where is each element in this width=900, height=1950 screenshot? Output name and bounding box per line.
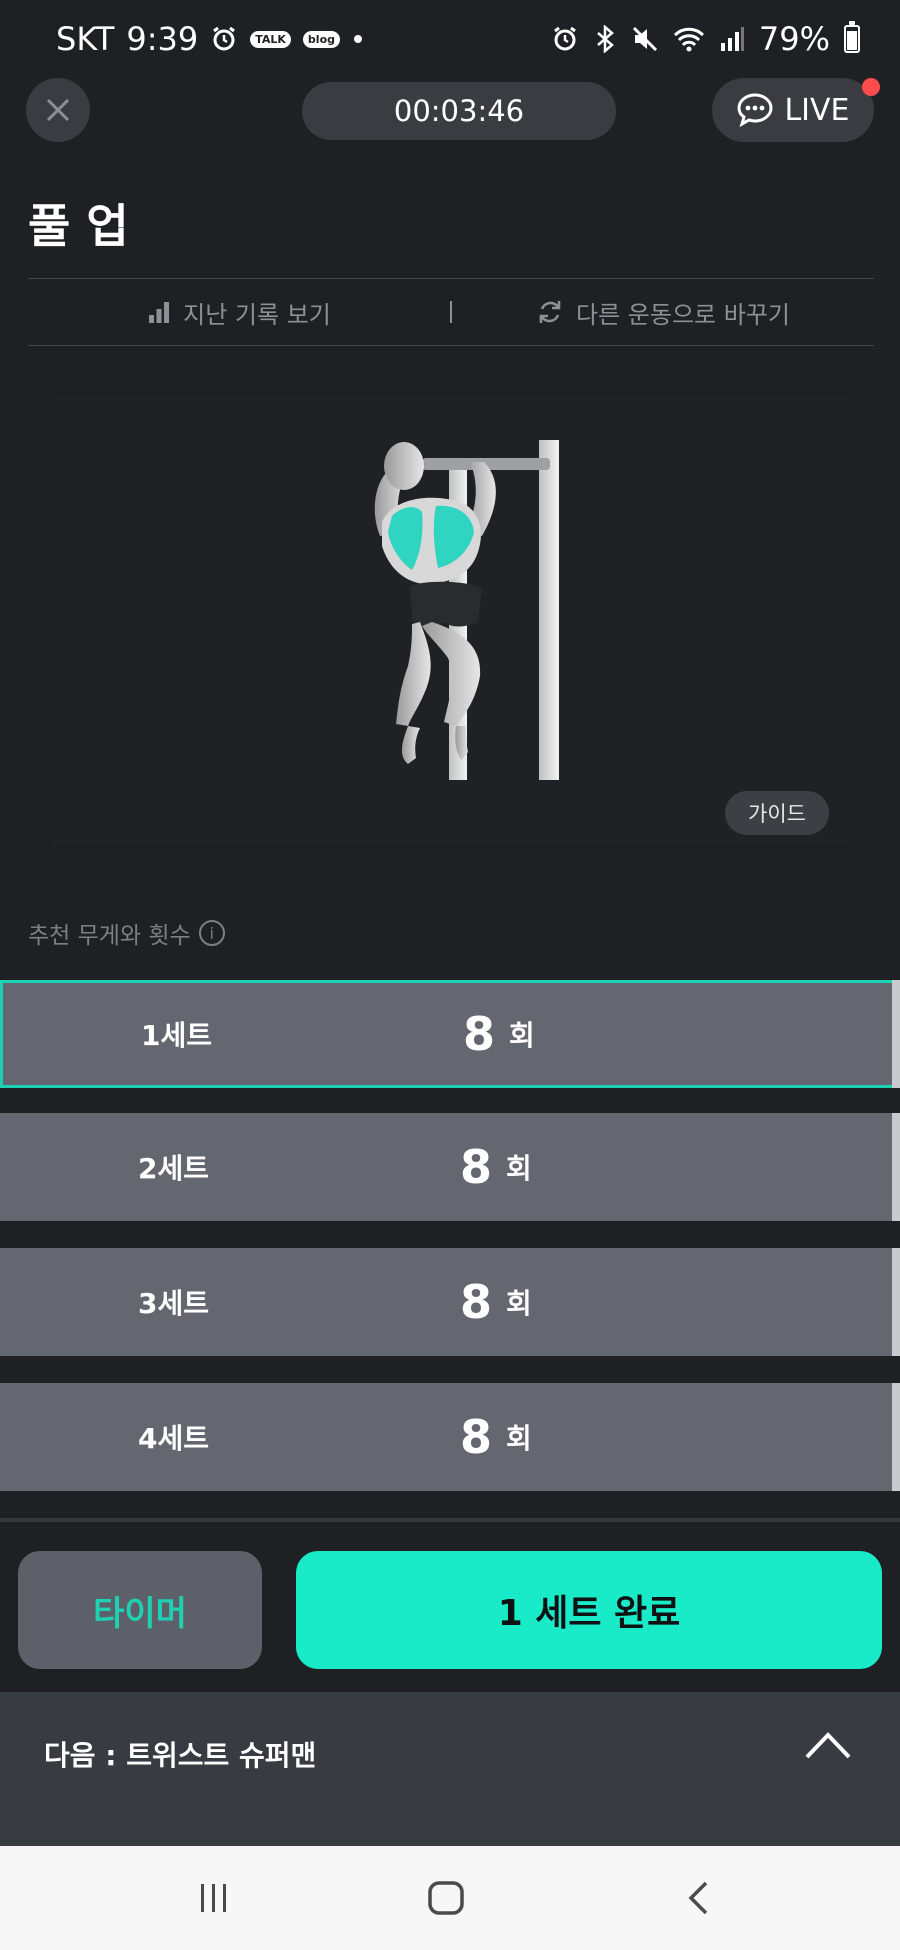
system-nav-bar — [0, 1846, 900, 1950]
reps-unit: 회 — [506, 1287, 532, 1320]
next-exercise-label: 다음 : 트위스트 슈퍼맨 — [44, 1739, 317, 1772]
clock: 9:39 — [126, 20, 199, 58]
set-reps[interactable]: 8 회 — [460, 1248, 532, 1356]
status-bar: SKT 9:39 TALK blog 79% — [0, 0, 900, 78]
alarm-icon — [551, 25, 579, 53]
notification-dot-icon — [352, 33, 364, 45]
reps-unit: 회 — [506, 1422, 532, 1455]
history-label: 지난 기록 보기 — [183, 300, 331, 329]
recent-apps-button[interactable] — [160, 1846, 268, 1950]
change-label: 다른 운동으로 바꾸기 — [576, 300, 790, 329]
set-label: 1세트 — [141, 1019, 213, 1052]
row-edge — [892, 1383, 900, 1491]
close-icon — [46, 98, 70, 122]
set-label: 4세트 — [138, 1422, 210, 1455]
set-label: 3세트 — [138, 1287, 210, 1320]
elapsed-timer: 00:03:46 — [302, 82, 616, 140]
bluetooth-icon — [593, 25, 617, 53]
reps-value: 8 — [460, 1140, 493, 1194]
signal-icon — [719, 25, 745, 53]
carrier-label: SKT — [56, 20, 115, 58]
chat-bubble-icon — [737, 93, 773, 128]
close-button[interactable] — [26, 78, 90, 142]
reps-unit: 회 — [509, 1019, 535, 1052]
set-reps[interactable]: 8 회 — [460, 1383, 532, 1491]
next-exercise-bar[interactable]: 다음 : 트위스트 슈퍼맨 — [0, 1692, 900, 1846]
battery-icon — [844, 21, 860, 53]
alarm-icon — [210, 25, 238, 53]
refresh-icon — [539, 301, 561, 323]
recommendation-text: 추천 무게와 횟수 — [28, 923, 191, 949]
info-icon[interactable]: i — [198, 920, 225, 946]
recommendation-label: 추천 무게와 횟수 i — [28, 916, 225, 950]
battery-percent: 79% — [758, 20, 830, 58]
wifi-icon — [673, 25, 705, 53]
reps-value: 8 — [460, 1275, 493, 1329]
set-row[interactable]: 3세트 8 회 — [0, 1248, 900, 1356]
talk-icon: TALK — [250, 30, 291, 48]
list-divider — [0, 1518, 900, 1522]
timer-button[interactable]: 타이머 — [18, 1551, 262, 1669]
set-label: 2세트 — [138, 1152, 210, 1185]
reps-value: 8 — [460, 1410, 493, 1464]
change-exercise-link[interactable]: 다른 운동으로 바꾸기 — [452, 295, 874, 330]
blog-icon: blog — [302, 30, 340, 48]
live-indicator-dot — [862, 78, 880, 96]
mute-icon — [631, 25, 659, 53]
live-label: LIVE — [784, 92, 850, 128]
history-link[interactable]: 지난 기록 보기 — [28, 295, 450, 330]
exercise-tools: 지난 기록 보기 다른 운동으로 바꾸기 — [28, 278, 874, 346]
back-icon — [688, 1881, 708, 1915]
complete-set-button[interactable]: 1 세트 완료 — [296, 1551, 882, 1669]
set-row[interactable]: 4세트 8 회 — [0, 1383, 900, 1491]
home-button[interactable] — [392, 1846, 500, 1950]
row-edge — [892, 1248, 900, 1356]
exercise-title: 풀 업 — [28, 199, 129, 253]
exercise-illustration — [52, 396, 848, 846]
set-reps[interactable]: 8 회 — [463, 983, 535, 1085]
set-row[interactable]: 2세트 8 회 — [0, 1113, 900, 1221]
chevron-up-icon[interactable] — [804, 1730, 852, 1760]
reps-value: 8 — [463, 1007, 496, 1061]
home-icon — [428, 1881, 464, 1915]
reps-unit: 회 — [506, 1152, 532, 1185]
back-button[interactable] — [644, 1846, 752, 1950]
row-edge — [892, 1113, 900, 1221]
recent-apps-icon — [201, 1884, 226, 1912]
set-reps[interactable]: 8 회 — [460, 1113, 532, 1221]
bar-chart-icon — [149, 302, 170, 323]
guide-button[interactable]: 가이드 — [725, 791, 829, 835]
workout-top-bar: 00:03:46 LIVE — [0, 78, 900, 144]
live-chat-button[interactable]: LIVE — [712, 78, 880, 142]
pull-up-figure — [374, 440, 559, 780]
set-row[interactable]: 1세트 8 회 — [0, 980, 900, 1088]
row-edge — [892, 980, 900, 1088]
